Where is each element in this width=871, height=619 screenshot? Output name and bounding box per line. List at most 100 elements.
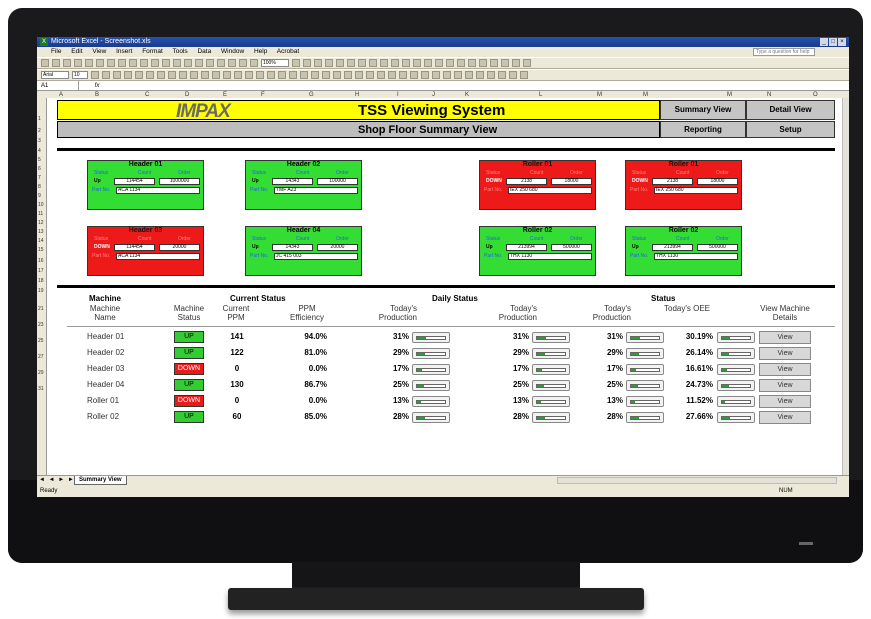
reporting-button[interactable]: Reporting <box>660 121 746 138</box>
row-header[interactable]: 9 <box>38 193 41 199</box>
shape-icon-6[interactable] <box>355 71 363 79</box>
copy-icon[interactable] <box>140 59 148 67</box>
machine-card[interactable]: Header 02 Status Count Order Up 14343 100000… <box>245 160 362 210</box>
horizontal-scrollbar[interactable] <box>557 477 837 484</box>
name-box[interactable]: A1 <box>41 81 79 91</box>
row-header[interactable]: 14 <box>38 238 44 244</box>
shape-icon-14[interactable] <box>443 71 451 79</box>
row-header[interactable]: 10 <box>38 202 44 208</box>
row-header[interactable]: 19 <box>38 288 44 294</box>
row-header[interactable]: 12 <box>38 220 44 226</box>
view-button[interactable]: View <box>759 363 811 376</box>
machine-card[interactable]: Header 04 Status Count Order Up 14343 20000 … <box>245 226 362 276</box>
menu-data[interactable]: Data <box>197 48 211 55</box>
ab-icon-2[interactable] <box>289 71 297 79</box>
menu-format[interactable]: Format <box>142 48 163 55</box>
sort-ascending-icon[interactable] <box>217 59 225 67</box>
row-header[interactable]: 15 <box>38 247 44 253</box>
machine-card[interactable]: Roller 02 Status Count Order Up 213994 50000… <box>625 226 742 276</box>
menu-acrobat[interactable]: Acrobat <box>277 48 299 55</box>
autosum-icon[interactable] <box>206 59 214 67</box>
select-objects-icon[interactable] <box>490 59 498 67</box>
shape-icon-5[interactable] <box>344 71 352 79</box>
textbox-icon[interactable] <box>358 59 366 67</box>
chart-wizard-icon[interactable] <box>239 59 247 67</box>
draw-line-icon[interactable] <box>325 59 333 67</box>
shape-icon-13[interactable] <box>432 71 440 79</box>
fill-color-icon[interactable] <box>402 59 410 67</box>
machine-card[interactable]: Header 03 Status Count Order DOWN 114454 200… <box>87 226 204 276</box>
currency-icon[interactable] <box>168 71 176 79</box>
row-header[interactable]: 2 <box>38 128 41 134</box>
dash-style-icon[interactable] <box>446 59 454 67</box>
row-header[interactable]: 8 <box>38 184 41 190</box>
shape-icon-18[interactable] <box>487 71 495 79</box>
sort-descending-icon[interactable] <box>228 59 236 67</box>
row-header[interactable]: 11 <box>38 211 43 217</box>
shape-icon-10[interactable] <box>399 71 407 79</box>
help-icon[interactable] <box>292 59 300 67</box>
increase-decimal-icon[interactable] <box>201 71 209 79</box>
print-icon[interactable] <box>96 59 104 67</box>
cut-icon[interactable] <box>129 59 137 67</box>
line-color-icon[interactable] <box>413 59 421 67</box>
menu-help[interactable]: Help <box>254 48 267 55</box>
row-header[interactable]: 1 <box>38 116 41 122</box>
view-button[interactable]: View <box>759 395 811 408</box>
view-button[interactable]: View <box>759 411 811 424</box>
fill-color-icon[interactable] <box>256 71 264 79</box>
row-header[interactable]: 6 <box>38 166 41 172</box>
arrow-style-icon[interactable] <box>457 59 465 67</box>
maximize-button[interactable]: □ <box>829 38 837 46</box>
print-preview-icon[interactable] <box>107 59 115 67</box>
shape-icon-11[interactable] <box>410 71 418 79</box>
menu-view[interactable]: View <box>92 48 106 55</box>
fx-icon[interactable]: fx <box>95 83 100 89</box>
machine-card[interactable]: Roller 01 Status Count Order DOWN 2138 18000… <box>625 160 742 210</box>
machine-card[interactable]: Roller 02 Status Count Order Up 213994 50000… <box>479 226 596 276</box>
row-header[interactable]: 7 <box>38 175 41 181</box>
shape-icon[interactable] <box>300 71 308 79</box>
tab-summary-view[interactable]: Summary View <box>74 476 127 485</box>
shadow-icon[interactable] <box>468 59 476 67</box>
setup-button[interactable]: Setup <box>746 121 835 138</box>
row-header[interactable]: 21 <box>38 306 44 312</box>
view-button[interactable]: View <box>759 331 811 344</box>
percent-icon[interactable] <box>179 71 187 79</box>
bold-icon[interactable] <box>91 71 99 79</box>
row-header[interactable]: 27 <box>38 354 44 360</box>
hyperlink-icon[interactable] <box>195 59 203 67</box>
comma-icon[interactable] <box>190 71 198 79</box>
row-header[interactable]: 13 <box>38 229 44 235</box>
row-header[interactable]: 23 <box>38 322 44 328</box>
shape-icon-16[interactable] <box>465 71 473 79</box>
vertical-scrollbar[interactable] <box>842 98 849 475</box>
machine-card[interactable]: Header 01 Status Count Order Up 114454 10000… <box>87 160 204 210</box>
close-button[interactable]: × <box>838 38 846 46</box>
underline-icon[interactable] <box>113 71 121 79</box>
shape-icon-8[interactable] <box>377 71 385 79</box>
shape-icon-19[interactable] <box>498 71 506 79</box>
row-header[interactable]: 5 <box>38 157 41 163</box>
italic-icon[interactable] <box>102 71 110 79</box>
spelling-icon[interactable] <box>118 59 126 67</box>
pdf-email-icon[interactable] <box>314 59 322 67</box>
align-left-icon[interactable] <box>124 71 132 79</box>
font-color-icon[interactable] <box>267 71 275 79</box>
menu-tools[interactable]: Tools <box>172 48 187 55</box>
row-header[interactable]: 31 <box>38 386 44 392</box>
draw-oval-icon[interactable] <box>347 59 355 67</box>
font-size-select[interactable]: 10 <box>72 71 88 79</box>
format-painter-icon[interactable] <box>162 59 170 67</box>
autoshapes-icon[interactable] <box>501 59 509 67</box>
permission-icon[interactable] <box>74 59 82 67</box>
email-icon[interactable] <box>85 59 93 67</box>
font-color-icon[interactable] <box>424 59 432 67</box>
paste-icon[interactable] <box>151 59 159 67</box>
shape-icon-7[interactable] <box>366 71 374 79</box>
row-header[interactable]: 4 <box>38 148 41 154</box>
view-button[interactable]: View <box>759 379 811 392</box>
save-icon[interactable] <box>63 59 71 67</box>
new-icon[interactable] <box>41 59 49 67</box>
help-search-input[interactable]: Type a question for help <box>753 48 815 56</box>
